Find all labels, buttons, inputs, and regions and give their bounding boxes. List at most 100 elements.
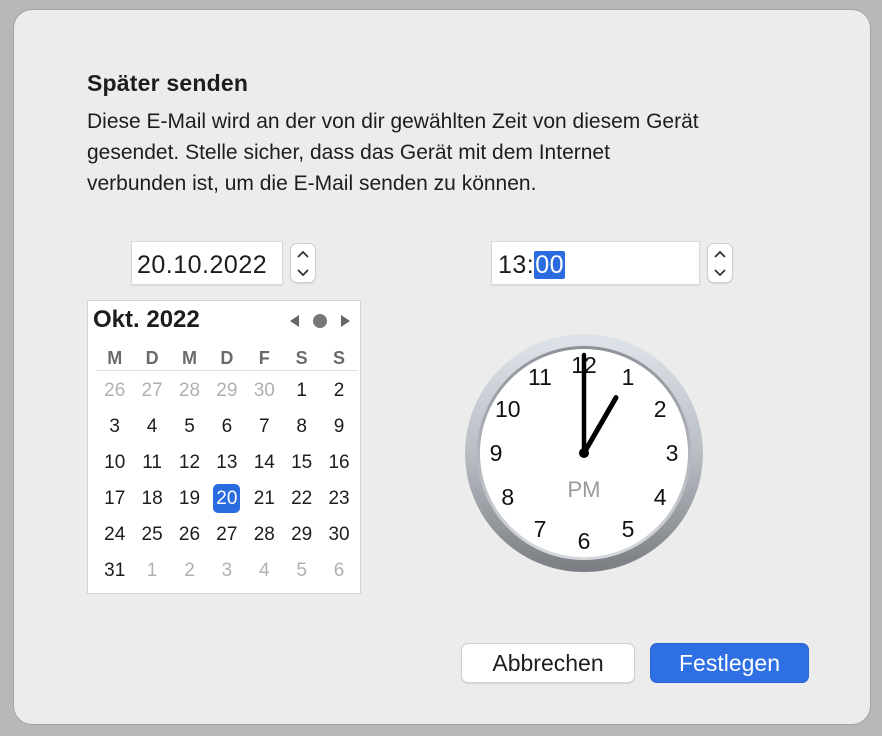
calendar-day-label: 24 xyxy=(104,524,126,545)
calendar-day[interactable]: 21 xyxy=(246,488,283,510)
calendar-day[interactable]: 10 xyxy=(96,452,133,474)
calendar-weekday: M xyxy=(107,347,123,368)
calendar-day-label: 12 xyxy=(178,452,201,473)
calendar-day[interactable]: 1 xyxy=(283,380,320,402)
chevron-up-icon[interactable] xyxy=(291,244,315,263)
chevron-down-icon[interactable] xyxy=(291,263,315,282)
calendar-day-label: 21 xyxy=(253,488,275,509)
clock-number: 9 xyxy=(490,440,503,466)
calendar-day-label: 1 xyxy=(146,560,158,581)
dialog-title: Später senden xyxy=(87,70,249,96)
calendar-weekday-row: MDMDFSS xyxy=(96,346,358,371)
calendar-day[interactable]: 12 xyxy=(171,452,208,474)
calendar-day[interactable]: 15 xyxy=(283,452,320,474)
dot-icon[interactable] xyxy=(312,313,328,329)
calendar-week-row: 17 18 19 20 21 22 23 xyxy=(96,481,358,517)
calendar-weekday: D xyxy=(145,347,159,368)
calendar-day[interactable]: 2 xyxy=(320,380,357,402)
calendar-day-selected[interactable]: 20 xyxy=(208,484,245,513)
time-input[interactable]: 13:00 xyxy=(491,241,700,285)
calendar-day[interactable]: 14 xyxy=(246,452,283,474)
calendar-day-label: 5 xyxy=(296,560,307,581)
calendar-weekday: M xyxy=(181,347,197,368)
dialog-description: Diese E-Mail wird an der von dir gewählt… xyxy=(87,110,699,195)
chevron-down-icon[interactable] xyxy=(708,263,732,282)
calendar-day-label: 16 xyxy=(328,452,350,473)
clock-center xyxy=(579,448,589,458)
calendar-day[interactable]: 28 xyxy=(171,380,208,402)
calendar-day[interactable]: 7 xyxy=(246,416,283,438)
time-hours[interactable]: 13: xyxy=(498,251,534,279)
calendar-day[interactable]: 27 xyxy=(208,524,245,546)
calendar: Okt. 2022 M D M D F S S 26 27 28 29 30 1 2 3 4 5 6 7 8 9 10 11… xyxy=(87,300,361,594)
calendar-day-label: 31 xyxy=(104,560,126,581)
calendar-day-label: 15 xyxy=(291,452,313,473)
calendar-day-label: 6 xyxy=(333,560,345,581)
date-stepper[interactable] xyxy=(290,243,316,283)
clock-number: 4 xyxy=(654,484,667,510)
time-stepper[interactable] xyxy=(707,243,733,283)
clock-number: 11 xyxy=(528,364,552,390)
calendar-day-label: 22 xyxy=(291,488,313,509)
calendar-day[interactable]: 3 xyxy=(96,416,133,438)
calendar-day[interactable]: 27 xyxy=(133,380,170,402)
calendar-weekday: D xyxy=(220,347,234,368)
calendar-week-row: 31 1 2 3 4 5 6 xyxy=(96,553,358,589)
calendar-day-label: 30 xyxy=(328,524,350,545)
chevron-up-icon[interactable] xyxy=(708,244,732,263)
calendar-day-label: 10 xyxy=(104,452,126,473)
calendar-day[interactable]: 11 xyxy=(133,452,170,474)
calendar-day-label: 6 xyxy=(221,416,233,437)
calendar-day[interactable]: 24 xyxy=(96,524,133,546)
calendar-day-label: 28 xyxy=(178,380,201,401)
calendar-day-label: 3 xyxy=(221,560,233,581)
calendar-day[interactable]: 2 xyxy=(171,560,208,582)
calendar-day[interactable]: 5 xyxy=(283,560,320,582)
calendar-day[interactable]: 13 xyxy=(208,452,245,474)
clock-number: 3 xyxy=(666,440,679,466)
time-minutes-selected[interactable]: 00 xyxy=(534,251,566,279)
calendar-day[interactable]: 30 xyxy=(320,524,357,546)
calendar-day[interactable]: 22 xyxy=(283,488,320,510)
calendar-day[interactable]: 5 xyxy=(171,416,208,438)
calendar-day[interactable]: 26 xyxy=(171,524,208,546)
calendar-day-label: 11 xyxy=(142,452,162,473)
calendar-day-label: 17 xyxy=(104,488,126,509)
calendar-day[interactable]: 18 xyxy=(133,488,170,510)
calendar-day[interactable]: 6 xyxy=(320,560,357,582)
calendar-day[interactable]: 8 xyxy=(283,416,320,438)
calendar-day-label: 14 xyxy=(253,452,275,473)
calendar-day-label: 7 xyxy=(258,416,270,437)
calendar-day[interactable]: 26 xyxy=(96,380,133,402)
confirm-button[interactable]: Festlegen xyxy=(650,643,809,683)
calendar-day[interactable]: 23 xyxy=(320,488,357,510)
calendar-day[interactable]: 29 xyxy=(283,524,320,546)
calendar-day[interactable]: 25 xyxy=(133,524,170,546)
calendar-day[interactable]: 9 xyxy=(320,416,357,438)
calendar-day[interactable]: 3 xyxy=(208,560,245,582)
calendar-day[interactable]: 4 xyxy=(246,560,283,582)
calendar-day[interactable]: 29 xyxy=(208,380,245,402)
triangle-right-icon[interactable] xyxy=(340,314,352,328)
analog-clock[interactable]: 121234567891011 PM xyxy=(464,333,704,573)
calendar-day[interactable]: 31 xyxy=(96,560,133,582)
calendar-week-row: 3 4 5 6 7 8 9 xyxy=(96,409,358,445)
calendar-day[interactable]: 28 xyxy=(246,524,283,546)
calendar-day[interactable]: 6 xyxy=(208,416,245,438)
calendar-day[interactable]: 17 xyxy=(96,488,133,510)
calendar-day-label: 4 xyxy=(146,416,158,437)
clock-number: 1 xyxy=(622,364,635,390)
clock-number: 10 xyxy=(495,396,521,422)
cancel-button[interactable]: Abbrechen xyxy=(461,643,635,683)
calendar-day[interactable]: 19 xyxy=(171,488,208,510)
clock-number: 8 xyxy=(501,484,514,510)
calendar-day-label: 23 xyxy=(328,488,350,509)
calendar-day[interactable]: 4 xyxy=(133,416,170,438)
calendar-day[interactable]: 1 xyxy=(133,560,170,582)
date-input[interactable]: 20.10.2022 xyxy=(131,241,283,285)
calendar-weekday: S xyxy=(333,347,346,368)
calendar-day[interactable]: 16 xyxy=(320,452,357,474)
calendar-week-row: 10 11 12 13 14 15 16 xyxy=(96,445,358,481)
calendar-day[interactable]: 30 xyxy=(246,380,283,402)
triangle-left-icon[interactable] xyxy=(288,314,300,328)
